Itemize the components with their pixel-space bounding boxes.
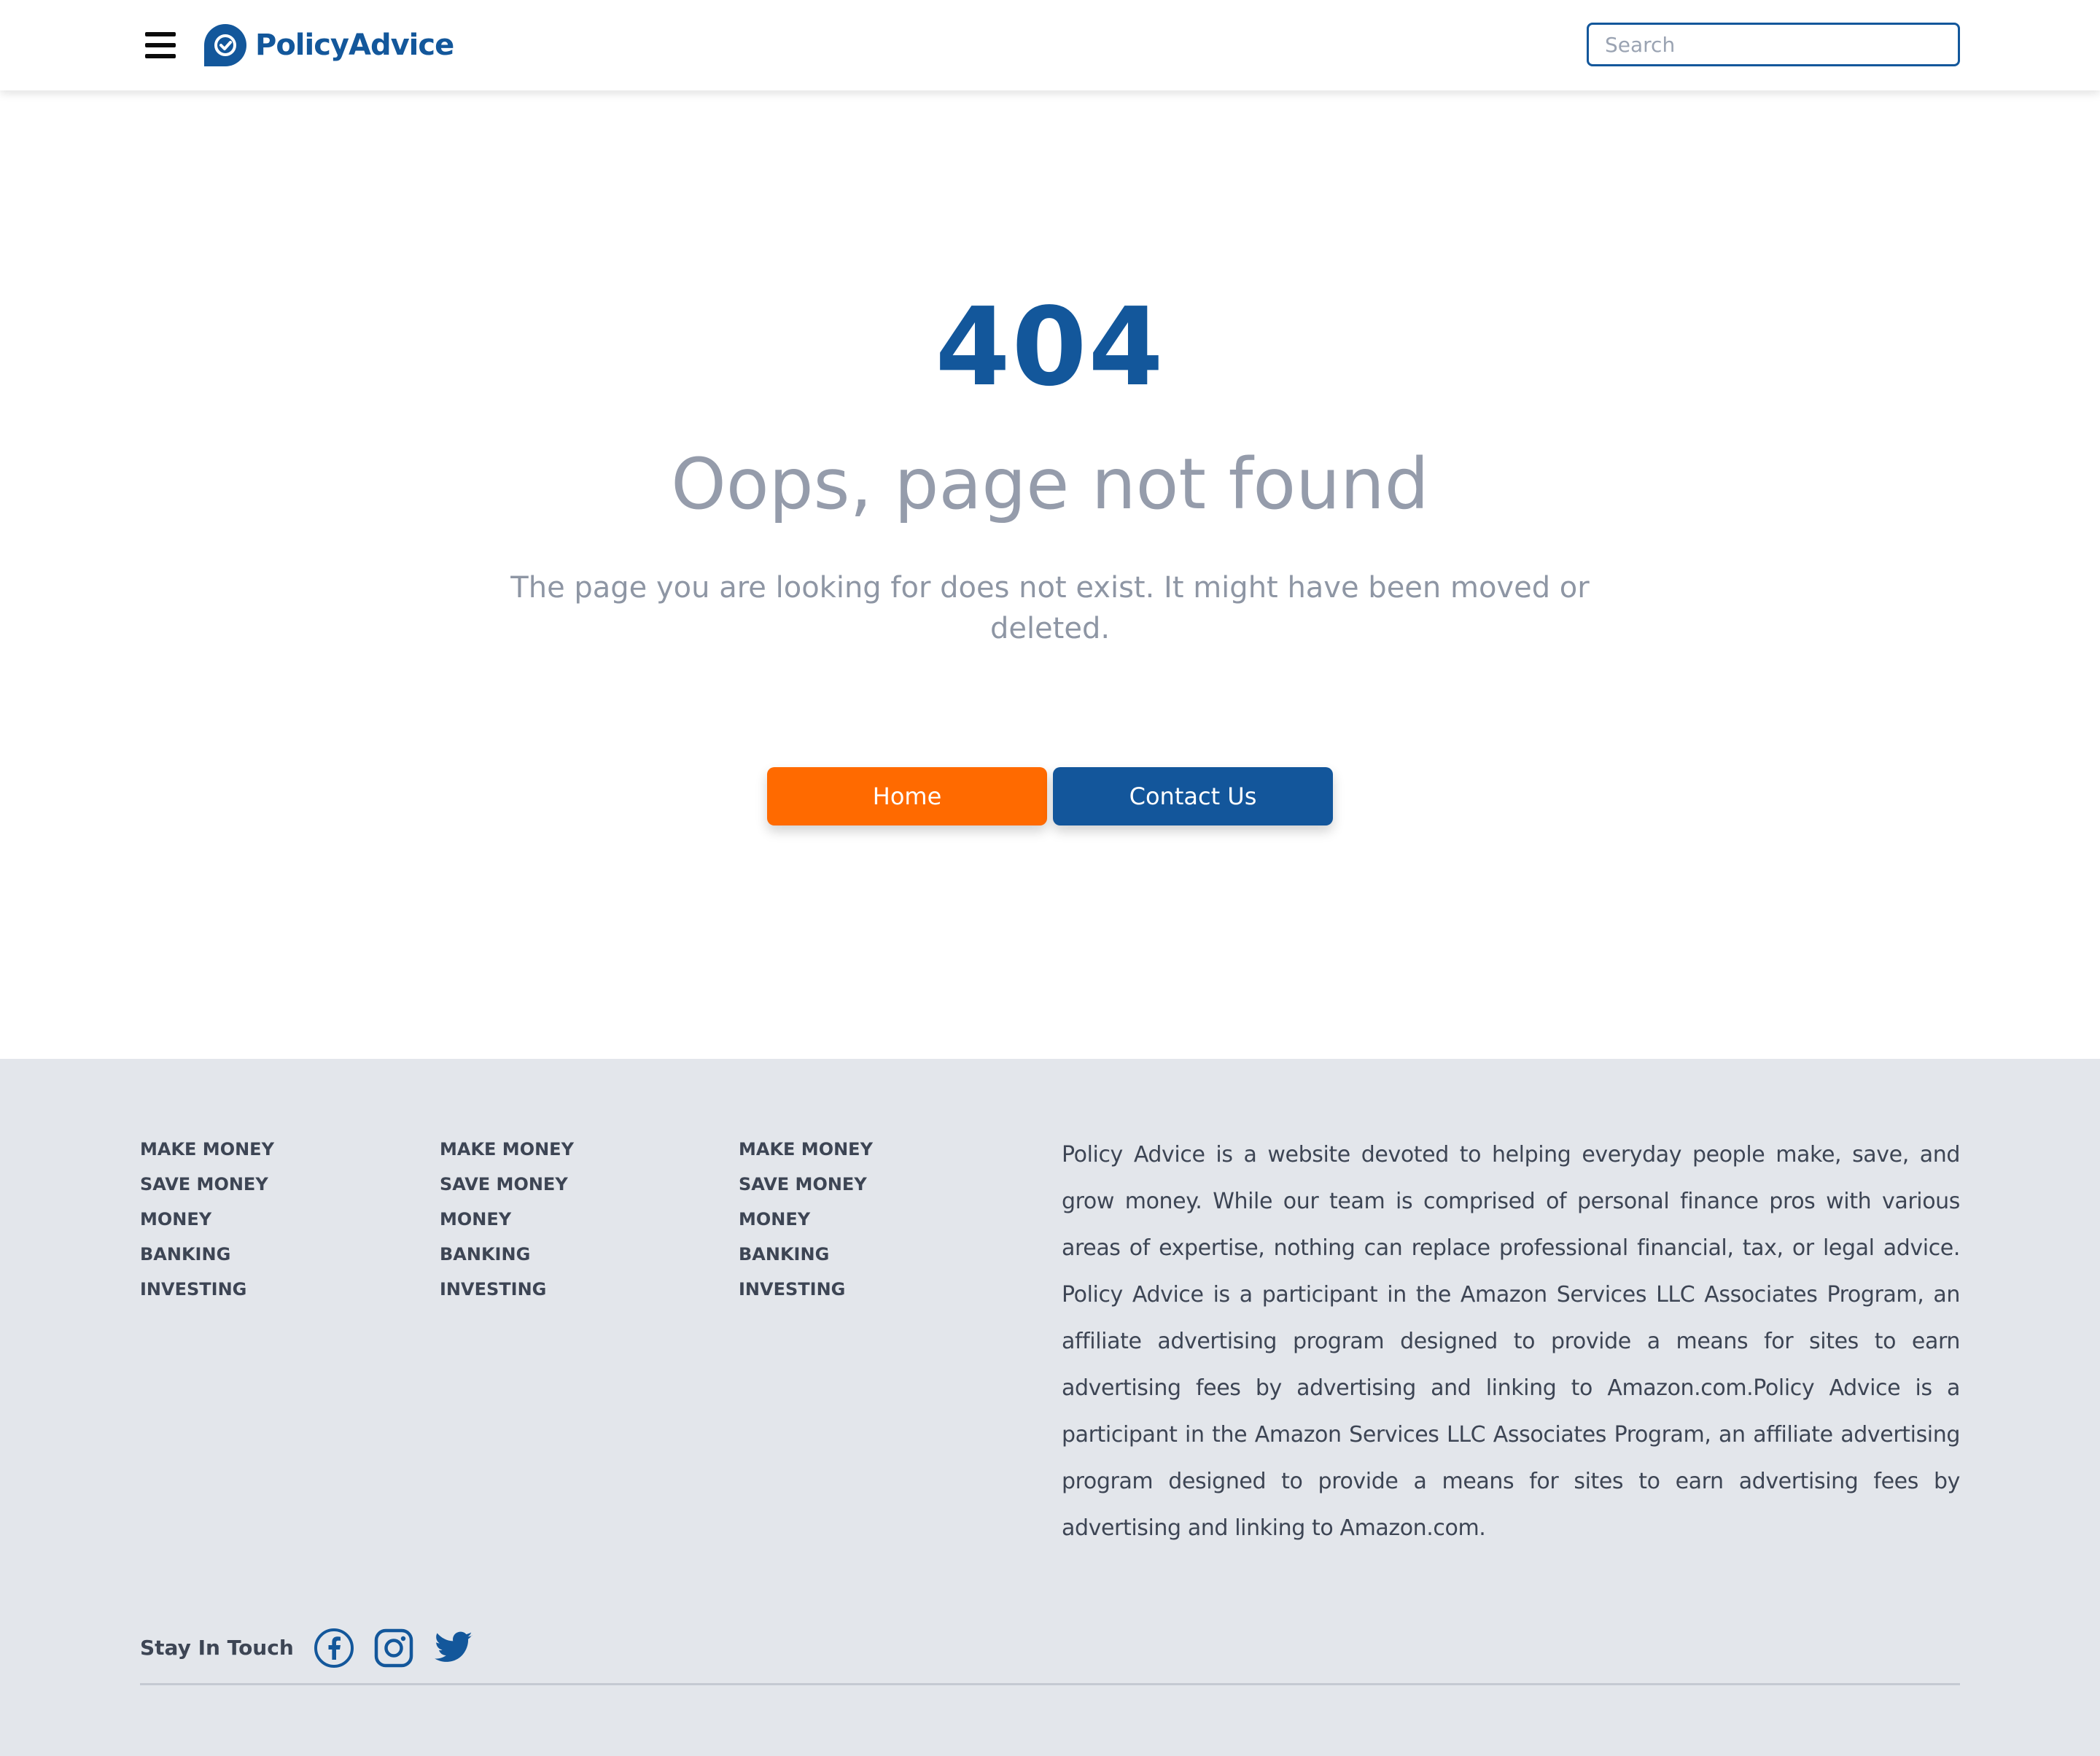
contact-us-button[interactable]: Contact Us [1053,767,1333,825]
footer-link-make-money[interactable]: MAKE MONEY [739,1132,873,1167]
footer-link-money[interactable]: MONEY [440,1202,574,1237]
footer-link-column: MAKE MONEY SAVE MONEY MONEY BANKING INVE… [140,1132,274,1307]
footer-link-column: MAKE MONEY SAVE MONEY MONEY BANKING INVE… [739,1132,873,1307]
footer-link-banking[interactable]: BANKING [739,1237,873,1272]
footer-link-investing[interactable]: INVESTING [440,1272,574,1307]
logo-text: PolicyAdvice [255,28,454,62]
stay-in-touch-label: Stay In Touch [140,1636,294,1660]
site-footer: MAKE MONEY SAVE MONEY MONEY BANKING INVE… [0,1059,2100,1756]
footer-link-investing[interactable]: INVESTING [739,1272,873,1307]
footer-divider [140,1683,1960,1685]
search-input[interactable] [1587,23,1960,66]
footer-link-save-money[interactable]: SAVE MONEY [140,1167,274,1202]
page-title: Oops, page not found [671,443,1429,525]
hamburger-menu-icon[interactable] [145,31,176,60]
footer-link-money[interactable]: MONEY [739,1202,873,1237]
footer-link-save-money[interactable]: SAVE MONEY [739,1167,873,1202]
footer-link-investing[interactable]: INVESTING [140,1272,274,1307]
error-description: The page you are looking for does not ex… [510,571,1590,645]
footer-link-banking[interactable]: BANKING [140,1237,274,1272]
footer-link-make-money[interactable]: MAKE MONEY [140,1132,274,1167]
instagram-icon[interactable] [373,1628,414,1668]
footer-link-column: MAKE MONEY SAVE MONEY MONEY BANKING INVE… [440,1132,574,1307]
footer-link-money[interactable]: MONEY [140,1202,274,1237]
footer-link-make-money[interactable]: MAKE MONEY [440,1132,574,1167]
site-header: PolicyAdvice [0,0,2100,90]
chat-bubble-check-icon [204,24,246,66]
footer-about-text: Policy Advice is a website devoted to he… [1062,1142,1960,1541]
error-code: 404 [935,284,1165,410]
twitter-icon[interactable] [433,1628,474,1668]
facebook-icon[interactable] [314,1628,354,1668]
site-logo[interactable]: PolicyAdvice [203,22,454,69]
footer-link-banking[interactable]: BANKING [440,1237,574,1272]
not-found-section: 404 Oops, page not found The page you ar… [0,90,2100,1059]
footer-link-save-money[interactable]: SAVE MONEY [440,1167,574,1202]
home-button[interactable]: Home [767,767,1047,825]
